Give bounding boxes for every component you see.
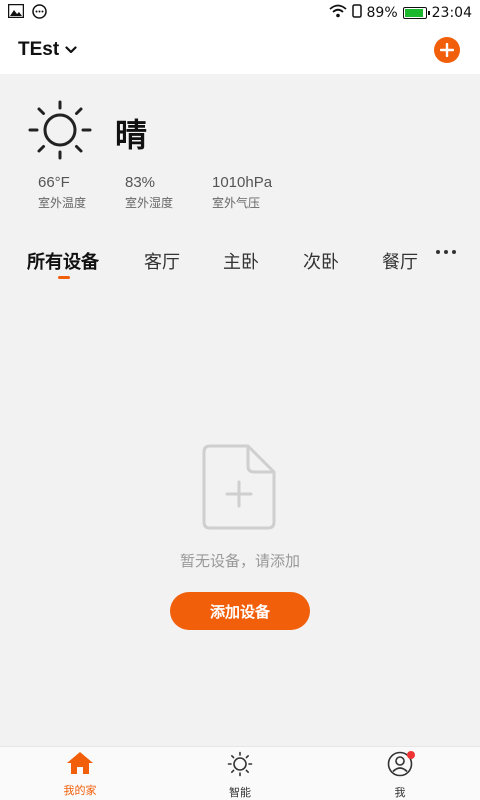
- metric-label: 室外湿度: [125, 196, 174, 210]
- battery-percent: 89%: [366, 5, 398, 21]
- chevron-down-icon[interactable]: [65, 46, 77, 54]
- weather-panel: 晴 66°F 室外温度 83% 室外湿度 1010hPa 室外气压: [0, 74, 480, 228]
- add-device-button[interactable]: 添加设备: [170, 592, 310, 630]
- metric-label: 室外温度: [38, 196, 87, 210]
- metric-value: 66°F: [38, 174, 70, 191]
- more-notification-icon: [32, 3, 47, 23]
- sun-icon: [26, 98, 94, 166]
- add-button-icon[interactable]: [434, 37, 460, 63]
- nav-my-home[interactable]: 我的家: [40, 751, 120, 798]
- battery-icon: [402, 7, 430, 19]
- active-tab-indicator: [58, 276, 70, 279]
- home-selector-label[interactable]: TEst: [18, 39, 59, 61]
- add-file-icon: [202, 444, 276, 534]
- more-tabs-icon[interactable]: [436, 250, 456, 254]
- nav-label: 我的家: [63, 784, 97, 797]
- clock-time: 23:04: [431, 5, 472, 21]
- room-tabs: 所有设备 客厅 主卧 次卧 餐厅: [0, 228, 480, 284]
- sim-icon: [351, 4, 362, 22]
- tab-dining-room[interactable]: 餐厅: [382, 248, 418, 274]
- sun-icon: [227, 751, 253, 781]
- tab-master-bedroom[interactable]: 主卧: [223, 248, 259, 274]
- app-header: TEst: [0, 26, 480, 74]
- bottom-nav: 我的家 智能 我: [0, 746, 480, 800]
- empty-message: 暂无设备，请添加: [179, 552, 300, 570]
- metric-label: 室外气压: [212, 196, 261, 210]
- tab-all-devices[interactable]: 所有设备: [27, 248, 99, 274]
- nav-label: 我: [394, 786, 406, 799]
- nav-label: 智能: [229, 786, 251, 799]
- notification-badge: [407, 751, 415, 759]
- tab-living-room[interactable]: 客厅: [144, 248, 180, 274]
- outdoor-temperature: 66°F 室外温度: [38, 174, 86, 211]
- image-notification-icon: [7, 3, 25, 22]
- outdoor-pressure: 1010hPa 室外气压: [212, 174, 272, 211]
- wifi-icon: [328, 4, 347, 22]
- user-icon: [387, 751, 415, 781]
- weather-condition: 晴: [115, 116, 148, 154]
- status-bar: 89% 23:04: [0, 0, 480, 26]
- metric-value: 83%: [125, 174, 156, 191]
- metric-value: 1010hPa: [212, 174, 273, 191]
- outdoor-humidity: 83% 室外湿度: [125, 174, 173, 211]
- nav-me[interactable]: 我: [360, 751, 440, 800]
- home-icon: [66, 751, 94, 779]
- tab-second-bedroom[interactable]: 次卧: [303, 248, 339, 274]
- nav-smart[interactable]: 智能: [200, 751, 280, 800]
